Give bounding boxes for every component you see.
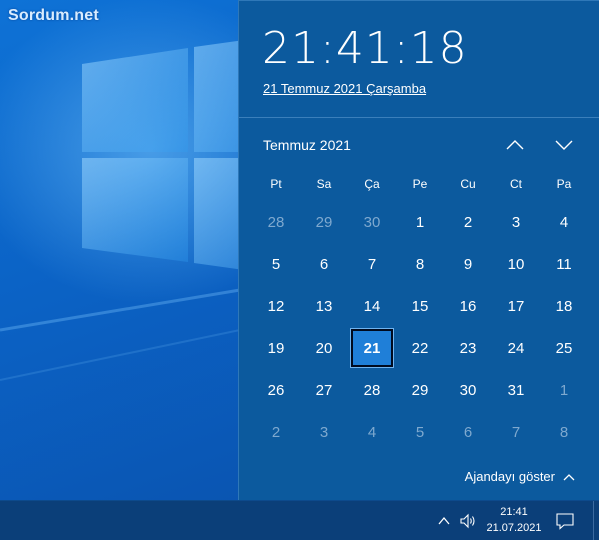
- calendar-day[interactable]: 25: [540, 327, 588, 369]
- calendar-day[interactable]: 8: [540, 411, 588, 453]
- taskbar-time: 21:41: [500, 506, 528, 518]
- calendar-day[interactable]: 22: [396, 327, 444, 369]
- calendar-grid: 28 29 30 1 2 3 4 5 6 7 8 9 10 11 12 13 14 15 16 17 18 19 20 21 2…: [252, 201, 588, 453]
- chevron-up-icon: [506, 140, 524, 150]
- calendar-day[interactable]: 26: [252, 369, 300, 411]
- action-center-button[interactable]: [555, 511, 575, 531]
- weekday-header: Pt Sa Ça Pe Cu Ct Pa: [252, 177, 588, 193]
- weekday-label: Sa: [316, 177, 332, 191]
- calendar-day[interactable]: 11: [540, 243, 588, 285]
- calendar-day[interactable]: 1: [540, 369, 588, 411]
- calendar-day[interactable]: 30: [444, 369, 492, 411]
- show-agenda-label: Ajandayı göster: [464, 469, 555, 484]
- calendar-day[interactable]: 19: [252, 327, 300, 369]
- calendar-day[interactable]: 24: [492, 327, 540, 369]
- weekday-label: Cu: [460, 177, 476, 191]
- calendar-day[interactable]: 6: [444, 411, 492, 453]
- calendar-day[interactable]: 4: [540, 201, 588, 243]
- calendar-day[interactable]: 3: [492, 201, 540, 243]
- calendar-day[interactable]: 29: [396, 369, 444, 411]
- chevron-down-icon: [555, 140, 573, 150]
- speaker-icon: [460, 513, 475, 529]
- calendar-day[interactable]: 2: [252, 411, 300, 453]
- month-label[interactable]: Temmuz 2021: [263, 137, 351, 153]
- calendar-day[interactable]: 1: [396, 201, 444, 243]
- calendar-day[interactable]: 5: [396, 411, 444, 453]
- calendar-day[interactable]: 15: [396, 285, 444, 327]
- weekday-label: Ct: [510, 177, 522, 191]
- notification-icon: [556, 513, 574, 530]
- calendar-day[interactable]: 23: [444, 327, 492, 369]
- calendar-day[interactable]: 10: [492, 243, 540, 285]
- divider: [239, 117, 599, 118]
- calendar-day-label: 21: [350, 328, 394, 368]
- calendar-day[interactable]: 6: [300, 243, 348, 285]
- calendar-day[interactable]: 20: [300, 327, 348, 369]
- date-link[interactable]: 21 Temmuz 2021 Çarşamba: [263, 81, 426, 96]
- weekday-label: Pa: [556, 177, 572, 191]
- calendar-day[interactable]: 30: [348, 201, 396, 243]
- taskbar-date: 21.07.2021: [486, 522, 542, 534]
- next-month-button[interactable]: [550, 133, 578, 157]
- show-hidden-icons-button[interactable]: [436, 513, 452, 529]
- calendar-day[interactable]: 17: [492, 285, 540, 327]
- chevron-up-icon: [563, 473, 575, 480]
- calendar-day[interactable]: 16: [444, 285, 492, 327]
- calendar-day[interactable]: 4: [348, 411, 396, 453]
- calendar-day[interactable]: 5: [252, 243, 300, 285]
- weekday-label: Pt: [270, 177, 282, 191]
- calendar-day-today[interactable]: 21: [348, 327, 396, 369]
- calendar-day[interactable]: 7: [492, 411, 540, 453]
- watermark-logo: Sordum.net: [8, 7, 99, 24]
- calendar-day[interactable]: 3: [300, 411, 348, 453]
- show-desktop-button[interactable]: [593, 501, 599, 540]
- calendar-day[interactable]: 31: [492, 369, 540, 411]
- show-agenda-button[interactable]: Ajandayı göster: [465, 469, 575, 484]
- calendar-day[interactable]: 13: [300, 285, 348, 327]
- chevron-up-icon: [438, 516, 450, 525]
- volume-button[interactable]: [458, 511, 478, 531]
- taskbar: 21:41 21.07.2021: [0, 500, 599, 540]
- calendar-day[interactable]: 28: [252, 201, 300, 243]
- clock-time: 21:41:18: [262, 23, 468, 74]
- previous-month-button[interactable]: [501, 133, 529, 157]
- calendar-day[interactable]: 2: [444, 201, 492, 243]
- taskbar-clock[interactable]: 21:41 21.07.2021: [484, 504, 544, 538]
- calendar-day[interactable]: 7: [348, 243, 396, 285]
- weekday-label: Pe: [412, 177, 428, 191]
- calendar-day[interactable]: 14: [348, 285, 396, 327]
- date-time-flyout: 21:41:18 21 Temmuz 2021 Çarşamba Temmuz …: [238, 0, 599, 500]
- calendar-day[interactable]: 8: [396, 243, 444, 285]
- calendar-day[interactable]: 28: [348, 369, 396, 411]
- calendar-day[interactable]: 29: [300, 201, 348, 243]
- weekday-label: Ça: [364, 177, 380, 191]
- calendar-day[interactable]: 18: [540, 285, 588, 327]
- calendar-day[interactable]: 27: [300, 369, 348, 411]
- calendar-day[interactable]: 9: [444, 243, 492, 285]
- calendar-day[interactable]: 12: [252, 285, 300, 327]
